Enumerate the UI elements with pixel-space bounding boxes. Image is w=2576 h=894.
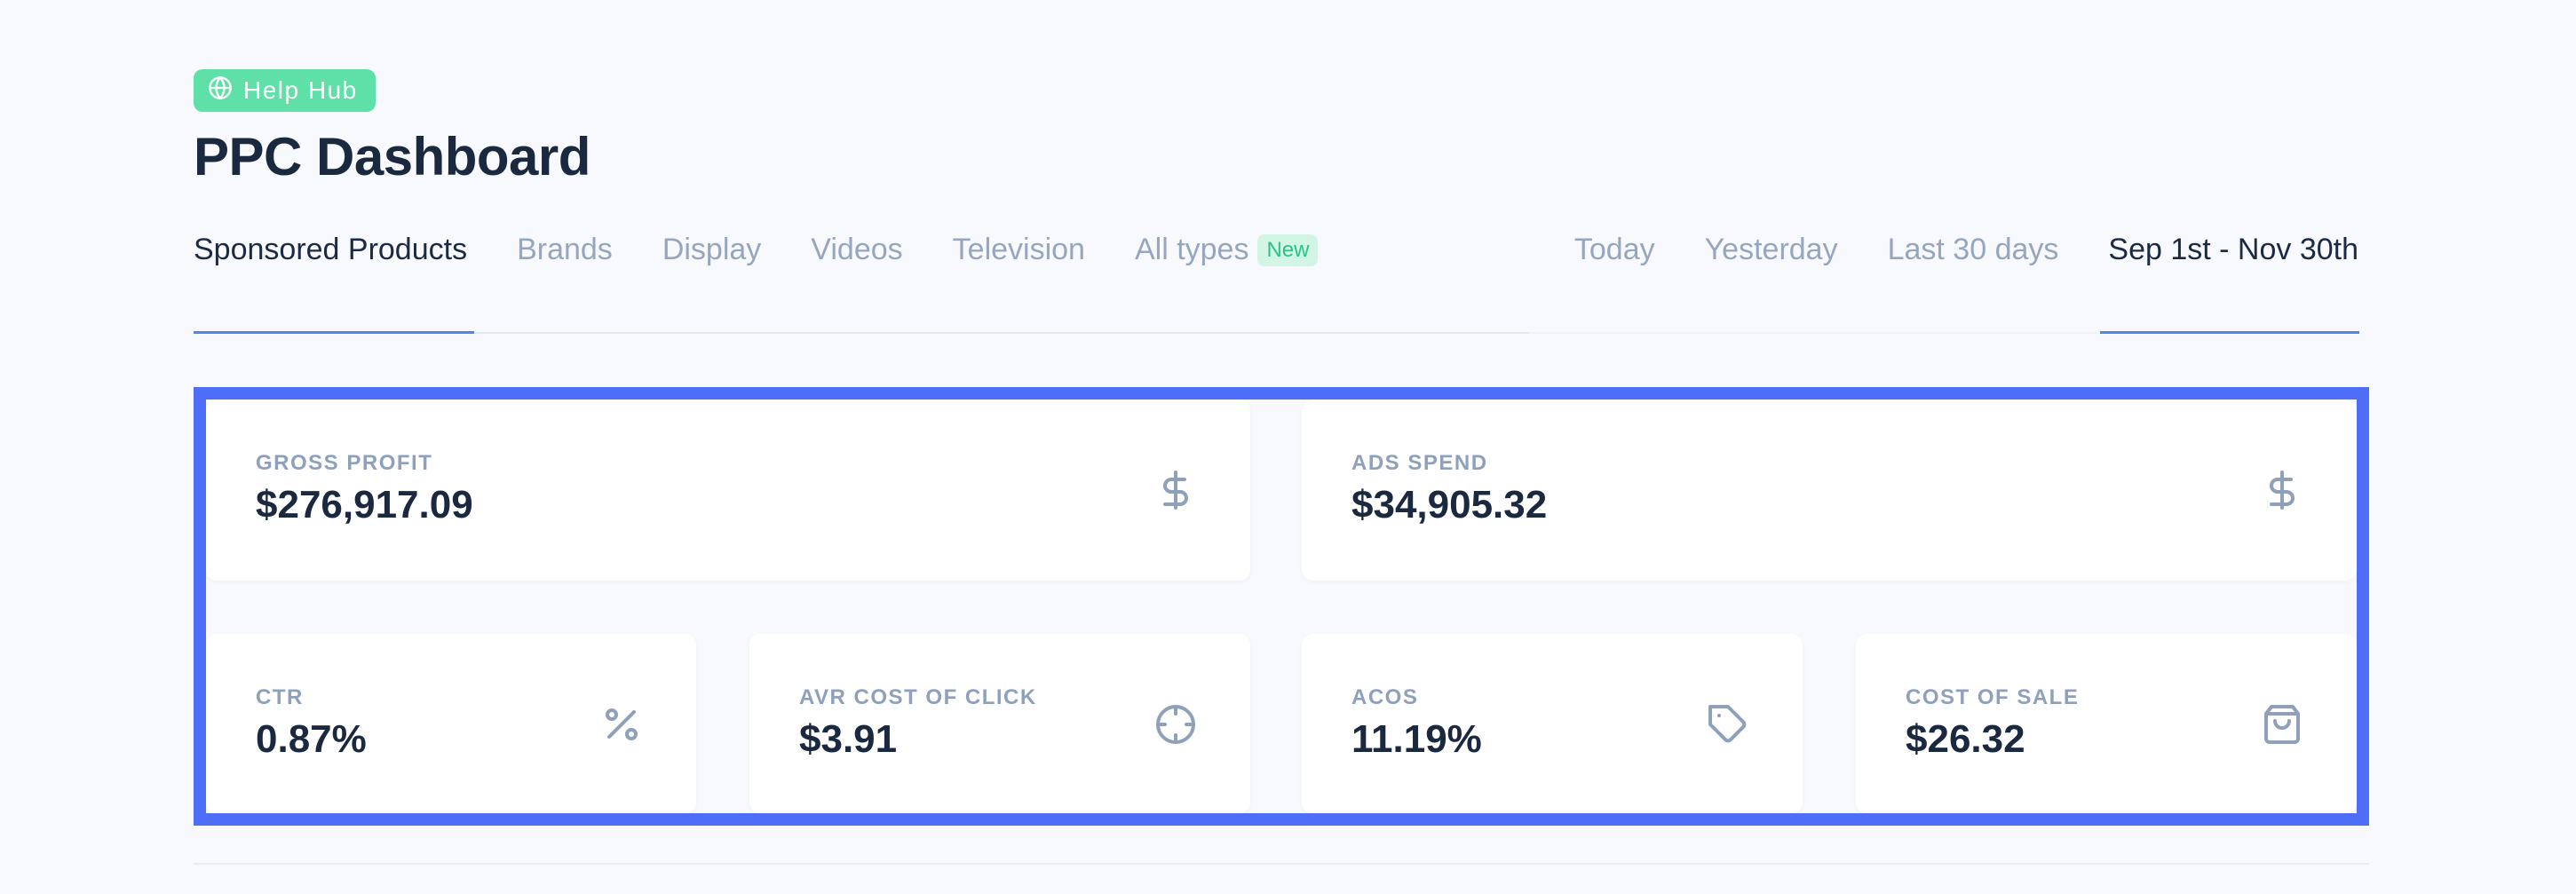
help-hub-badge[interactable]: Help Hub <box>194 69 376 112</box>
tab-label: Sep 1st - Nov 30th <box>2108 233 2358 266</box>
date-range-tabs: Today Yesterday Last 30 days Sep 1st - N… <box>1574 233 2358 334</box>
tab-display[interactable]: Display <box>662 233 761 267</box>
tab-label: Videos <box>811 233 903 266</box>
tab-sponsored-products[interactable]: Sponsored Products <box>194 233 467 267</box>
section-divider <box>194 863 2369 865</box>
tab-label: Last 30 days <box>1887 233 2059 266</box>
tab-label: Sponsored Products <box>194 233 468 266</box>
tab-videos[interactable]: Videos <box>811 233 902 267</box>
tab-last-30-days[interactable]: Last 30 days <box>1888 233 2059 267</box>
page-title: PPC Dashboard <box>194 127 590 186</box>
tab-label: Yesterday <box>1704 233 1838 266</box>
active-tab-indicator <box>194 331 474 334</box>
selection-highlight-frame <box>194 387 2369 826</box>
tab-all-types[interactable]: All types New <box>1135 233 1319 267</box>
tab-today[interactable]: Today <box>1574 233 1655 267</box>
tab-label: Today <box>1573 233 1655 266</box>
tab-television[interactable]: Television <box>953 233 1085 267</box>
tab-label: All types <box>1134 233 1249 266</box>
tab-yesterday[interactable]: Yesterday <box>1705 233 1838 267</box>
tab-label: Brands <box>517 233 613 266</box>
ad-type-tabs: Sponsored Products Brands Display Videos… <box>194 233 1319 334</box>
tab-label: Television <box>952 233 1085 266</box>
new-badge: New <box>1257 233 1319 266</box>
globe-icon <box>208 75 233 107</box>
tab-brands[interactable]: Brands <box>517 233 613 267</box>
tab-label: Display <box>662 233 762 266</box>
active-date-indicator <box>2100 331 2359 334</box>
help-hub-label: Help Hub <box>243 76 358 104</box>
tab-custom-range[interactable]: Sep 1st - Nov 30th <box>2108 233 2358 267</box>
